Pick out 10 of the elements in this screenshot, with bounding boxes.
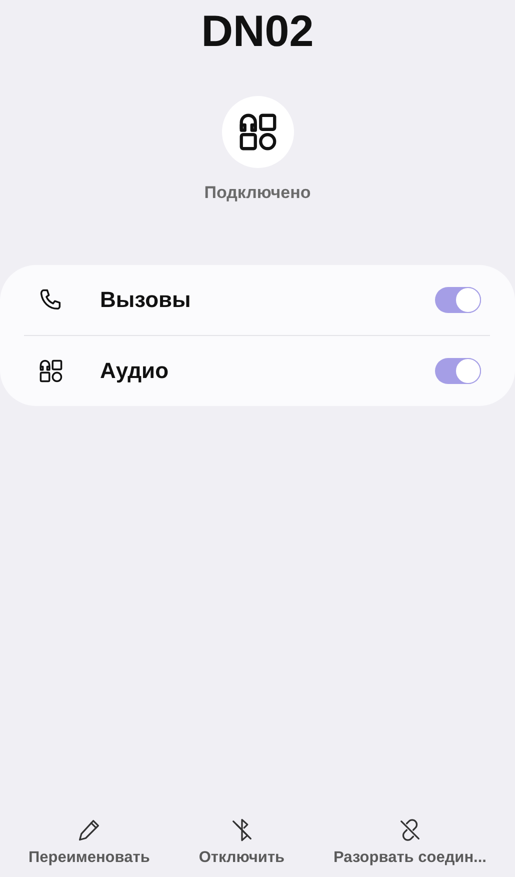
setting-label: Аудио	[100, 358, 170, 384]
connection-status: Подключено	[204, 183, 311, 203]
action-button[interactable]: Переименовать	[28, 817, 150, 867]
toggle-switch[interactable]	[435, 287, 481, 313]
toggle-switch[interactable]	[435, 358, 481, 384]
action-button[interactable]: Отключить	[198, 817, 285, 867]
headphones-shapes-icon	[38, 358, 64, 384]
action-button[interactable]: Разорвать соедин...	[334, 817, 486, 867]
setting-label: Вызовы	[100, 287, 192, 313]
device-name: DN02	[201, 6, 314, 58]
